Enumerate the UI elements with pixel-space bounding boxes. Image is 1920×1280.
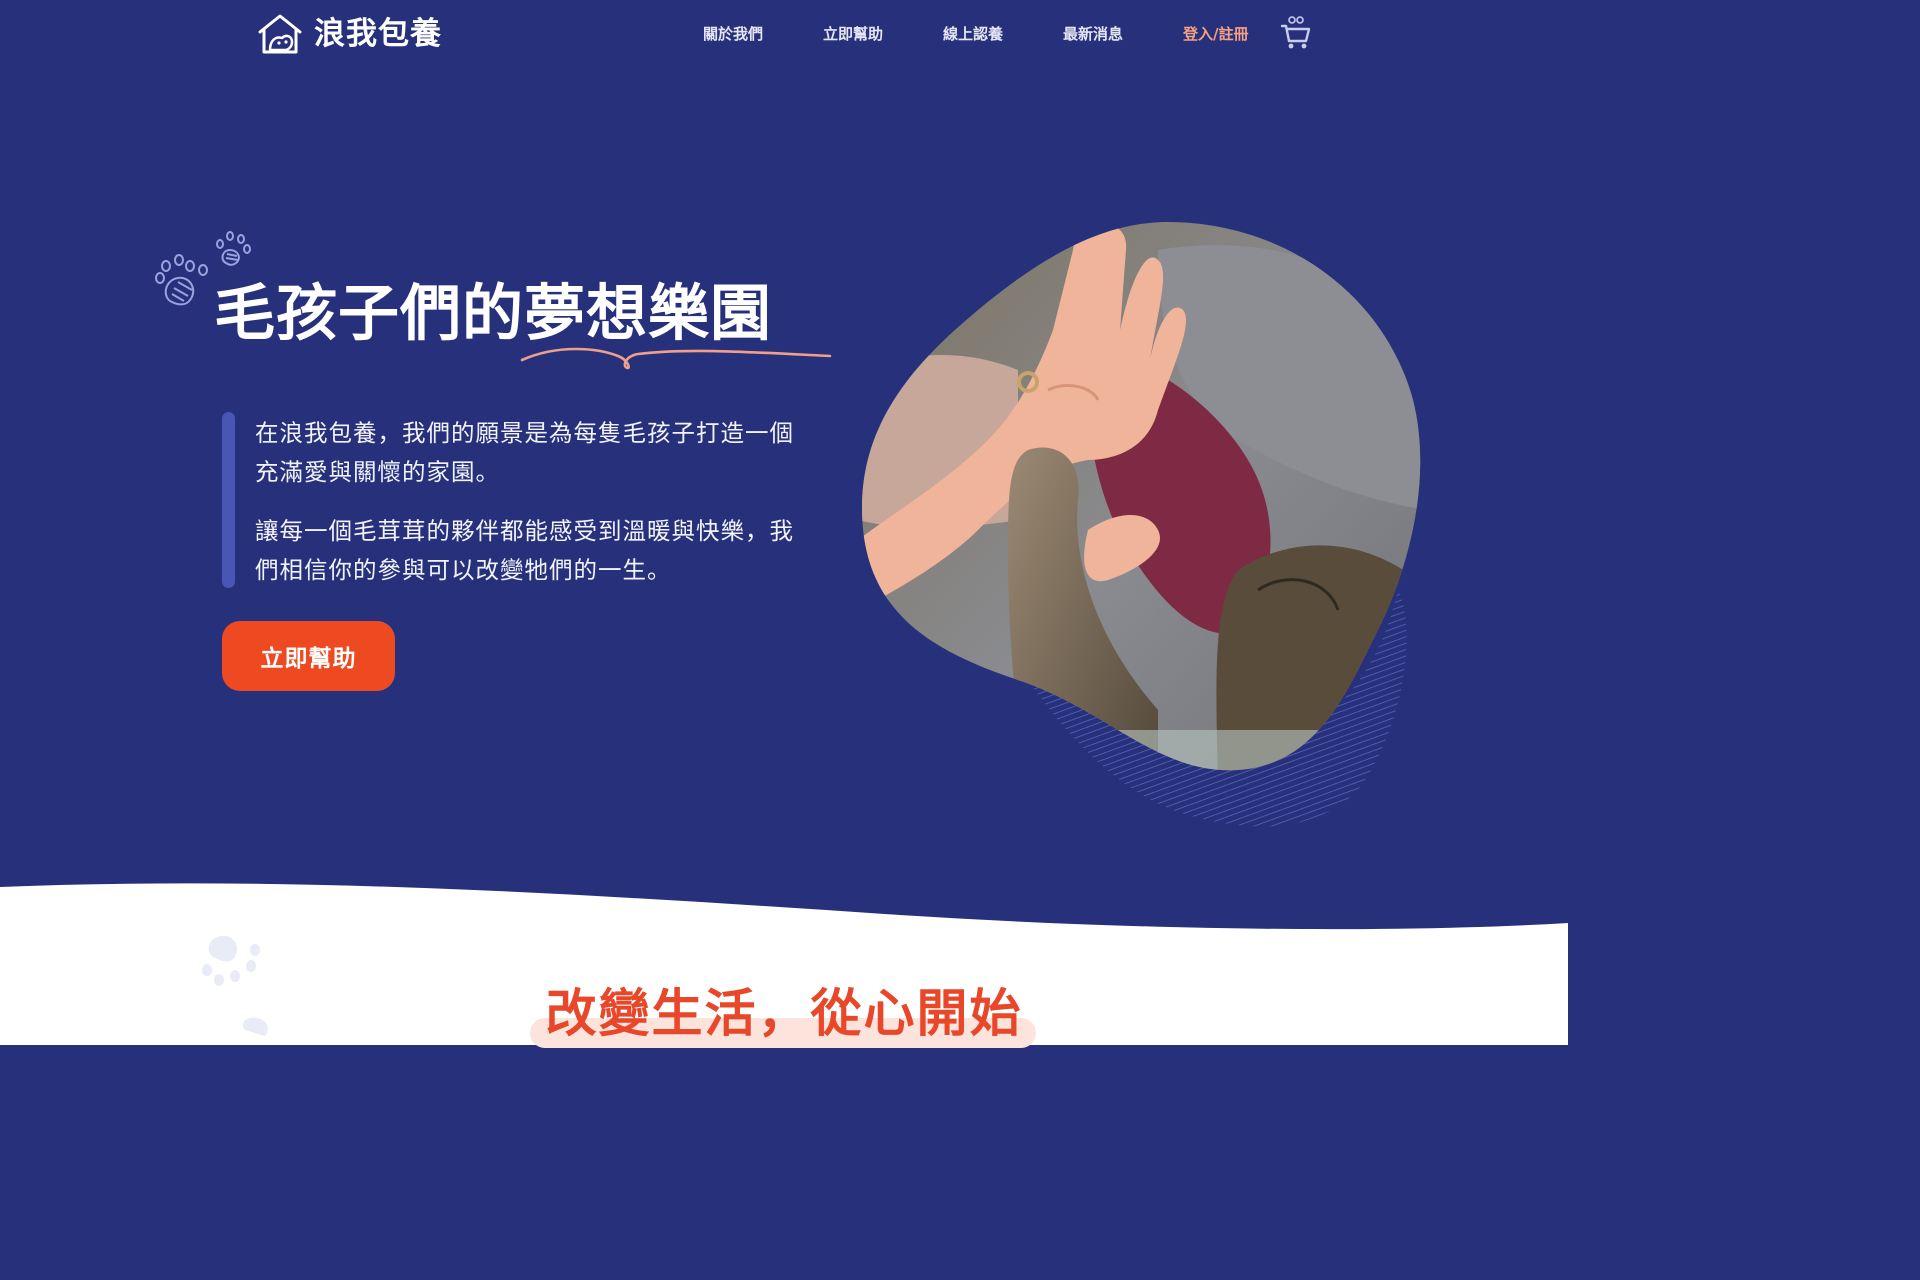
nav-link-adopt[interactable]: 線上認養 bbox=[943, 22, 1003, 46]
section-title: 改變生活，從心開始 bbox=[545, 985, 1023, 1044]
brand-name: 浪我包養 bbox=[314, 16, 442, 52]
hero-paragraph-2: 讓每一個毛茸茸的夥伴都能感受到溫暖與快樂，我們相信你的參與可以改變牠們的一生。 bbox=[255, 517, 794, 584]
nav-link-about[interactable]: 關於我們 bbox=[703, 22, 763, 46]
cart-icon[interactable] bbox=[1280, 14, 1312, 50]
brand-logo[interactable]: 浪我包養 bbox=[256, 12, 442, 56]
nav-link-news[interactable]: 最新消息 bbox=[1063, 22, 1123, 46]
quote-bar bbox=[222, 412, 235, 588]
help-now-button[interactable]: 立即幫助 bbox=[222, 621, 395, 691]
top-navbar: 浪我包養 關於我們 立即幫助 線上認養 最新消息 登入/註冊 bbox=[0, 0, 1568, 70]
nav-link-login[interactable]: 登入/註冊 bbox=[1183, 22, 1248, 46]
nav-link-help[interactable]: 立即幫助 bbox=[823, 22, 883, 46]
hero-paragraph-1: 在浪我包養，我們的願景是為每隻毛孩子打造一個充滿愛與關懷的家園。 bbox=[255, 419, 794, 486]
title-underline-decoration bbox=[520, 347, 832, 370]
hero-image bbox=[861, 221, 1421, 827]
house-pet-icon bbox=[258, 14, 302, 54]
